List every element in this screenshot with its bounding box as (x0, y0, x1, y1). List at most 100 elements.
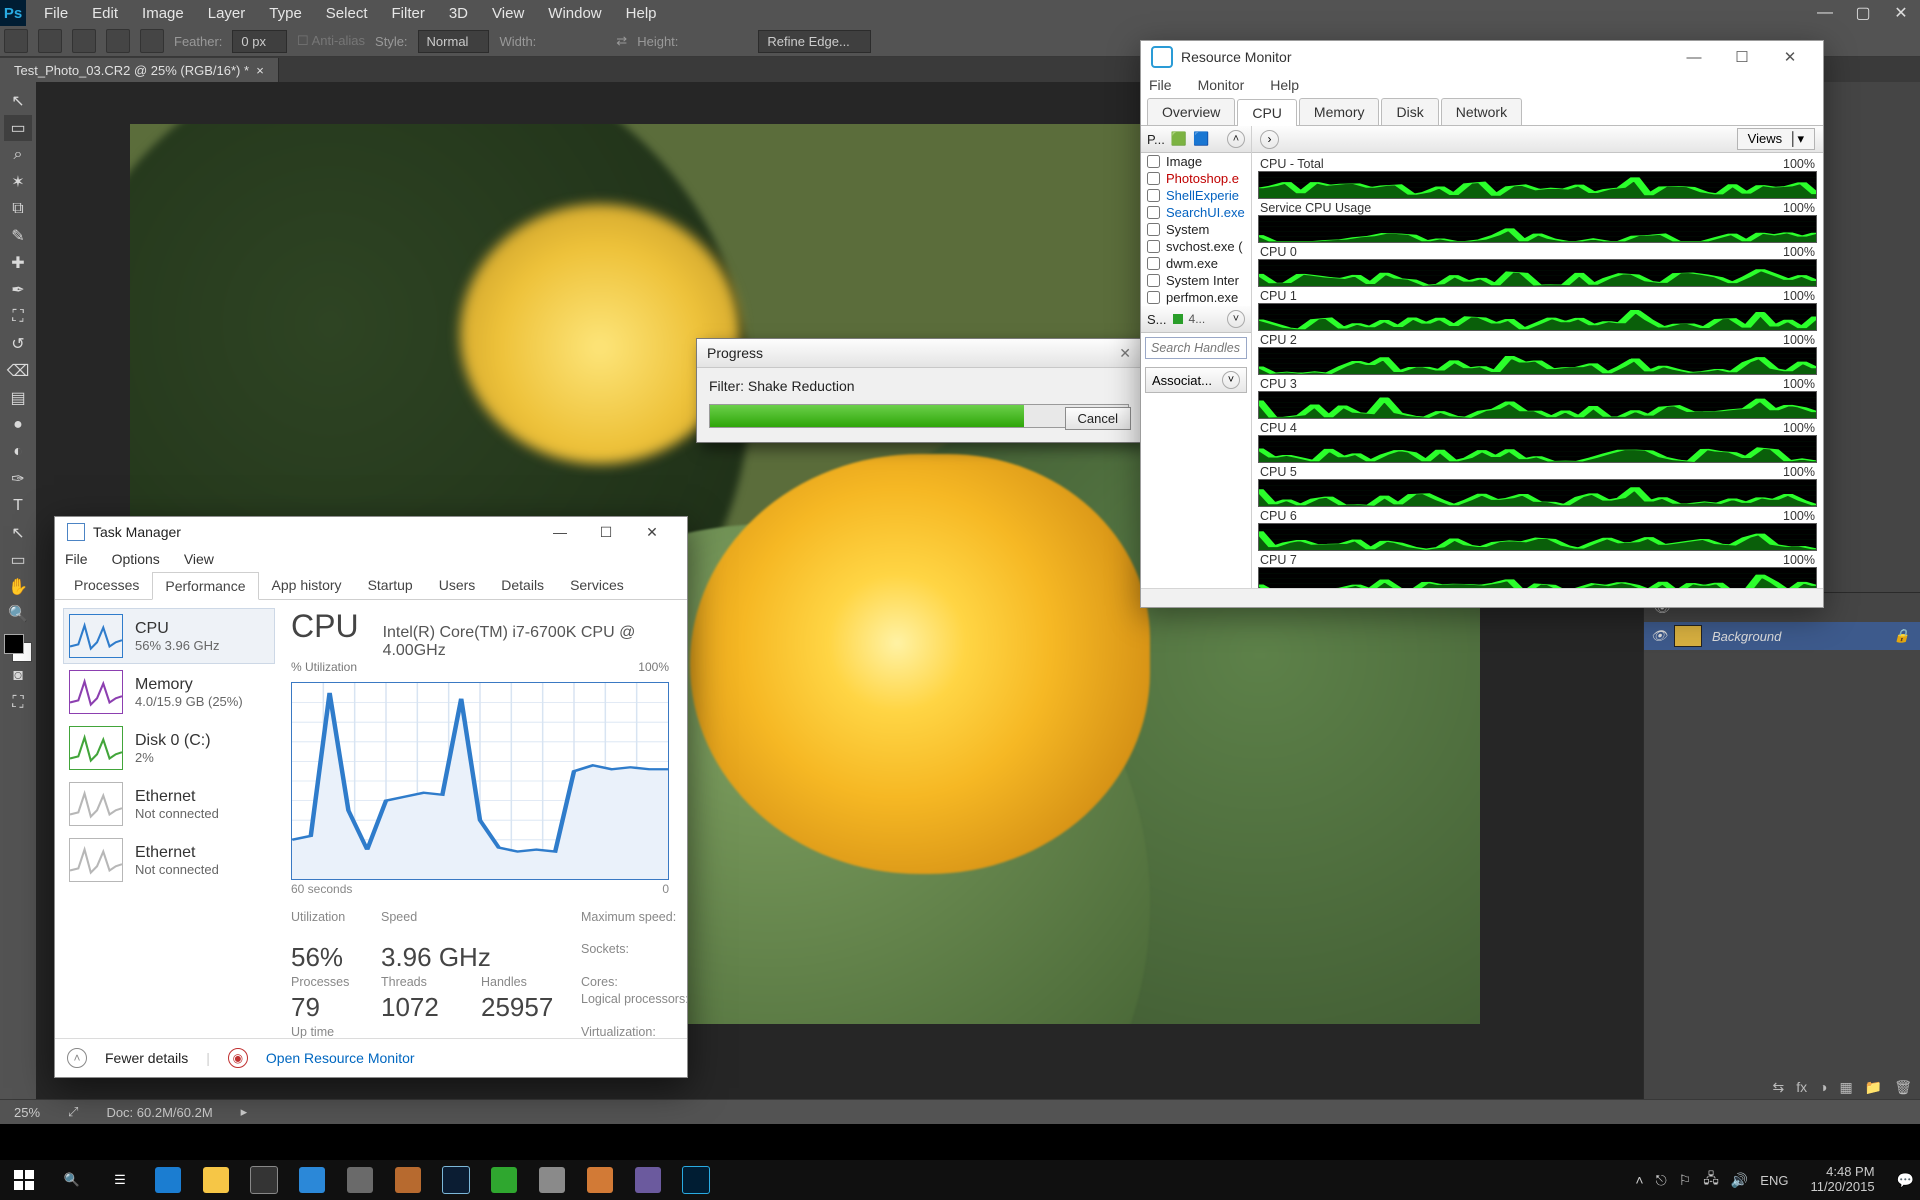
process-row[interactable]: System Inter (1141, 272, 1251, 289)
taskbar-app-photoshop[interactable] (672, 1160, 720, 1200)
ps-layer-row[interactable]: 👁 Background 🔒 (1644, 622, 1920, 650)
tab-network[interactable]: Network (1441, 98, 1522, 125)
perf-card-ethernet[interactable]: EthernetNot connected (63, 832, 275, 888)
crop-tool-icon[interactable]: ⧉ (4, 196, 32, 222)
maximize-icon[interactable]: ☐ (1719, 43, 1765, 71)
swap-dims-icon[interactable]: ⇄ (616, 33, 627, 49)
path-tool-icon[interactable]: ↖ (4, 520, 32, 546)
taskbar-app-taskmgr[interactable] (480, 1160, 528, 1200)
process-row[interactable]: svchost.exe ( (1141, 238, 1251, 255)
trash-icon[interactable]: 🗑 (1894, 1079, 1912, 1096)
selection-mode-add-icon[interactable] (72, 29, 96, 53)
processes-header[interactable]: P... 🟩 🟦 ˄ (1141, 126, 1251, 153)
process-checkbox[interactable] (1147, 189, 1160, 202)
chevron-up-icon[interactable]: ˄ (67, 1048, 87, 1068)
process-checkbox[interactable] (1147, 155, 1160, 168)
history-tool-icon[interactable]: ↺ (4, 331, 32, 357)
brush-tool-icon[interactable]: ✒ (4, 277, 32, 303)
process-row[interactable]: dwm.exe (1141, 255, 1251, 272)
maximize-icon[interactable]: ☐ (583, 518, 629, 546)
ps-menu-filter[interactable]: Filter (380, 5, 437, 22)
ps-close-icon[interactable]: ✕ (1882, 3, 1920, 23)
associated-handles-header[interactable]: Associat... ˅ (1145, 367, 1247, 393)
dodge-tool-icon[interactable]: ◐ (4, 439, 32, 465)
color-swatch[interactable] (4, 634, 32, 662)
tab-memory[interactable]: Memory (1299, 98, 1380, 125)
chevron-right-icon[interactable]: ▸ (227, 1104, 262, 1120)
taskmgr-titlebar[interactable]: Task Manager — ☐ ✕ (55, 517, 687, 547)
ps-menu-edit[interactable]: Edit (80, 5, 130, 22)
tab-cpu[interactable]: CPU (1237, 99, 1297, 126)
process-checkbox[interactable] (1147, 206, 1160, 219)
eraser-tool-icon[interactable]: ⌫ (4, 358, 32, 384)
process-row[interactable]: SearchUI.exe (1141, 204, 1251, 221)
volume-icon[interactable]: 🔊 (1731, 1172, 1748, 1189)
perf-card-ethernet[interactable]: EthernetNot connected (63, 776, 275, 832)
minimize-icon[interactable]: — (537, 518, 583, 546)
taskmgr-menu-options[interactable]: Options (112, 551, 160, 567)
taskmgr-menu-view[interactable]: View (184, 551, 214, 567)
perf-card-cpu[interactable]: CPU56% 3.96 GHz (63, 608, 275, 664)
ps-menu-layer[interactable]: Layer (196, 5, 258, 22)
chevron-up-icon[interactable]: ˄ (1227, 130, 1245, 148)
taskbar-app-generic[interactable] (576, 1160, 624, 1200)
group-icon[interactable]: 📁 (1865, 1079, 1882, 1096)
network-icon[interactable]: 🖧 (1703, 1168, 1719, 1192)
ps-menu-file[interactable]: File (32, 5, 80, 22)
start-button[interactable] (0, 1160, 48, 1200)
perf-card-memory[interactable]: Memory4.0/15.9 GB (25%) (63, 664, 275, 720)
ps-menu-view[interactable]: View (480, 5, 536, 22)
process-checkbox[interactable] (1147, 291, 1160, 304)
close-icon[interactable]: ✕ (1119, 345, 1131, 362)
ps-menu-image[interactable]: Image (130, 5, 196, 22)
mask-icon[interactable]: ◑ (1819, 1079, 1827, 1095)
views-dropdown[interactable]: Views │▾ (1737, 128, 1815, 150)
gradient-tool-icon[interactable]: ▤ (4, 385, 32, 411)
taskbar-app-explorer[interactable] (192, 1160, 240, 1200)
taskbar-app-generic[interactable] (384, 1160, 432, 1200)
taskbar-app-generic[interactable] (528, 1160, 576, 1200)
chevron-up-icon[interactable]: ˄ (1635, 1172, 1643, 1188)
ps-menu-help[interactable]: Help (614, 5, 669, 22)
ps-menu-3d[interactable]: 3D (437, 5, 480, 22)
resmon-menu-monitor[interactable]: Monitor (1198, 77, 1245, 93)
ps-menu-type[interactable]: Type (257, 5, 314, 22)
cancel-button[interactable]: Cancel (1065, 407, 1131, 430)
search-icon[interactable]: 🔍 (48, 1160, 96, 1200)
services-header[interactable]: S... 4... ˅ (1141, 306, 1251, 333)
selection-mode-sub-icon[interactable] (106, 29, 130, 53)
process-row[interactable]: System (1141, 221, 1251, 238)
tab-startup[interactable]: Startup (355, 571, 426, 599)
close-icon[interactable]: ✕ (629, 518, 675, 546)
chevron-down-icon[interactable]: ˅ (1227, 310, 1245, 328)
tab-apphistory[interactable]: App history (259, 571, 355, 599)
tab-users[interactable]: Users (426, 571, 489, 599)
type-tool-icon[interactable]: T (4, 493, 32, 519)
tab-disk[interactable]: Disk (1381, 98, 1438, 125)
perf-card-disk-0-c-[interactable]: Disk 0 (C:)2% (63, 720, 275, 776)
ps-menu-window[interactable]: Window (536, 5, 613, 22)
expand-icon[interactable]: ⤢ (54, 1104, 92, 1120)
process-row[interactable]: ShellExperie (1141, 187, 1251, 204)
language-indicator[interactable]: ENG (1760, 1173, 1788, 1188)
healing-tool-icon[interactable]: ✚ (4, 250, 32, 276)
tab-performance[interactable]: Performance (152, 572, 258, 600)
process-row[interactable]: perfmon.exe (1141, 289, 1251, 306)
chevron-down-icon[interactable]: ˅ (1222, 371, 1240, 389)
notifications-icon[interactable]: 💬 (1897, 1172, 1914, 1189)
ps-maximize-icon[interactable]: ▢ (1844, 3, 1882, 23)
selection-mode-int-icon[interactable] (140, 29, 164, 53)
resmon-menu-help[interactable]: Help (1270, 77, 1299, 93)
blur-tool-icon[interactable]: ● (4, 412, 32, 438)
taskbar-app-ie[interactable] (288, 1160, 336, 1200)
fewer-details-link[interactable]: Fewer details (105, 1050, 188, 1066)
taskbar-app-generic[interactable] (336, 1160, 384, 1200)
tab-processes[interactable]: Processes (61, 571, 152, 599)
process-list[interactable]: ImagePhotoshop.eShellExperieSearchUI.exe… (1141, 153, 1251, 306)
progress-titlebar[interactable]: Progress ✕ (697, 339, 1141, 368)
search-handles-input[interactable]: Search Handles (1145, 337, 1247, 359)
resmon-titlebar[interactable]: Resource Monitor — ☐ ✕ (1141, 41, 1823, 73)
marquee-tool-icon[interactable] (4, 29, 28, 53)
tab-details[interactable]: Details (488, 571, 557, 599)
close-icon[interactable]: ✕ (1767, 43, 1813, 71)
